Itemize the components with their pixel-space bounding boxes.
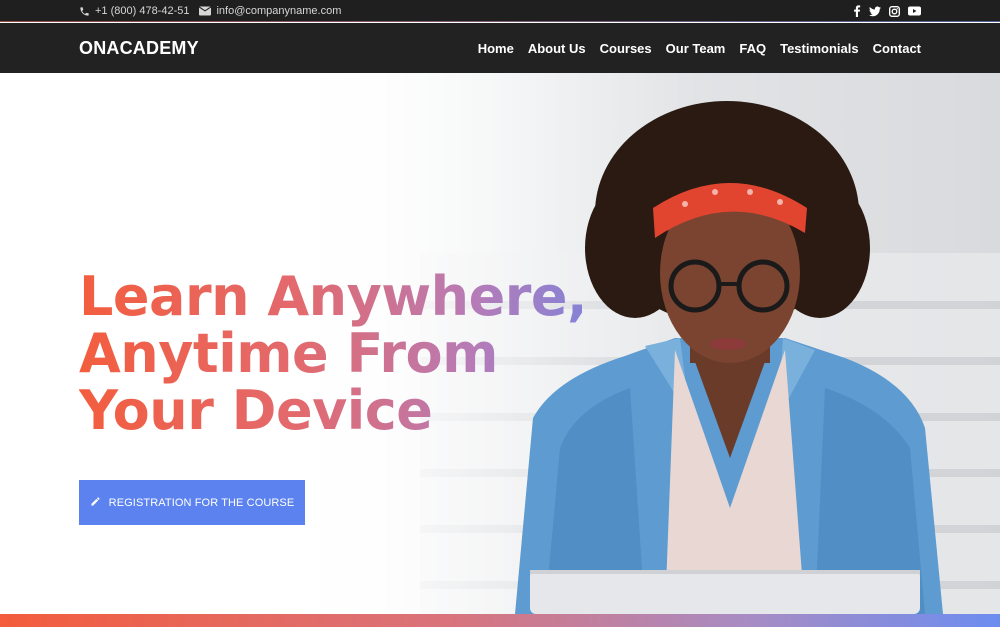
nav-contact[interactable]: Contact [873, 41, 921, 56]
nav-about-us[interactable]: About Us [528, 41, 586, 56]
headline-line-1: Learn Anywhere, [79, 265, 588, 328]
email-text: info@companyname.com [216, 5, 342, 17]
contact-info: +1 (800) 478-42-51 info@companyname.com [79, 0, 341, 22]
phone-icon [79, 6, 90, 17]
main-navbar: ONACADEMY Home About Us Courses Our Team… [0, 23, 1000, 73]
site-logo[interactable]: ONACADEMY [79, 23, 199, 73]
email-item[interactable]: info@companyname.com [199, 5, 341, 17]
topbar-divider [0, 21, 1000, 22]
phone-item[interactable]: +1 (800) 478-42-51 [79, 5, 189, 17]
registration-button[interactable]: REGISTRATION FOR THE COURSE [79, 480, 305, 525]
hero-section: Learn Anywhere, Anytime From Your Device… [0, 73, 1000, 614]
social-links [853, 0, 921, 22]
nav-testimonials[interactable]: Testimonials [780, 41, 859, 56]
headline-line-3: Your Device [79, 379, 433, 442]
pencil-icon [90, 496, 101, 510]
youtube-icon[interactable] [908, 6, 921, 16]
nav-courses[interactable]: Courses [600, 41, 652, 56]
nav-our-team[interactable]: Our Team [666, 41, 726, 56]
hero-headline: Learn Anywhere, Anytime From Your Device [79, 268, 639, 439]
nav-home[interactable]: Home [478, 41, 514, 56]
nav-faq[interactable]: FAQ [739, 41, 766, 56]
registration-button-label: REGISTRATION FOR THE COURSE [108, 496, 295, 509]
twitter-icon[interactable] [869, 6, 881, 17]
instagram-icon[interactable] [889, 5, 900, 17]
headline-line-2: Anytime From [79, 322, 498, 385]
facebook-icon[interactable] [853, 5, 861, 17]
phone-text: +1 (800) 478-42-51 [95, 5, 190, 17]
envelope-icon [199, 6, 212, 16]
main-nav: Home About Us Courses Our Team FAQ Testi… [478, 23, 921, 73]
bottom-gradient-bar [0, 614, 1000, 627]
top-bar: +1 (800) 478-42-51 info@companyname.com [0, 0, 1000, 22]
